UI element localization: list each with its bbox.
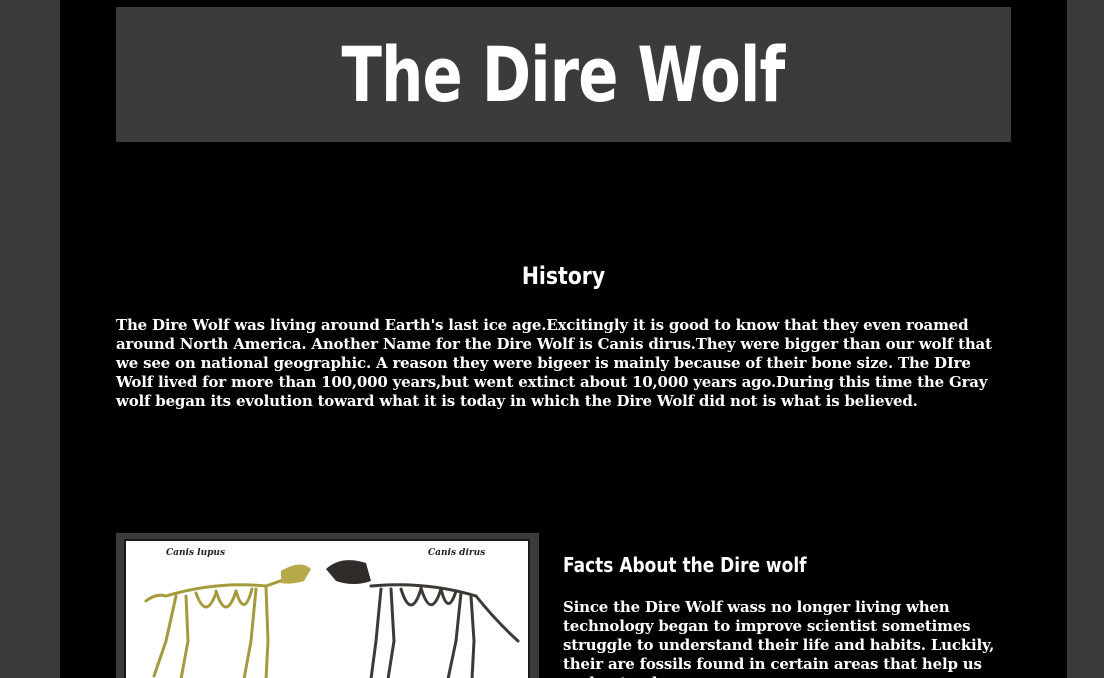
canis-dirus-skull (326, 560, 371, 584)
facts-paragraph: Since the Dire Wolf wass no longer livin… (563, 598, 995, 678)
page-title: The Dire Wolf (341, 29, 786, 119)
history-heading: History (521, 262, 606, 290)
canis-dirus-skeleton (369, 583, 520, 678)
skeleton-comparison-figure: Canis lupus Canis dirus (116, 533, 539, 678)
skeleton-drawing (144, 560, 520, 678)
header-banner: The Dire Wolf (116, 7, 1011, 142)
canis-lupus-skeleton (144, 577, 288, 678)
skeleton-image: Canis lupus Canis dirus (124, 539, 530, 678)
history-paragraph: The Dire Wolf was living around Earth's … (116, 316, 992, 410)
page-container: The Dire Wolf History The Dire Wolf was … (60, 0, 1067, 678)
canis-lupus-skull (281, 564, 311, 584)
facts-heading: Facts About the Dire wolf (563, 553, 807, 577)
